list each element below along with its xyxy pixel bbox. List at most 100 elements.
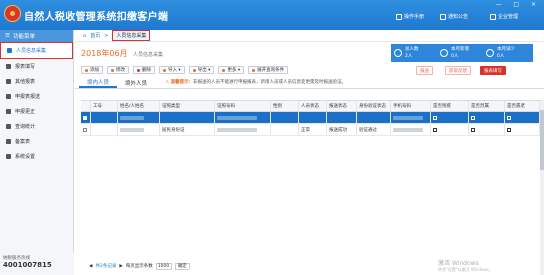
menu-icon: ☰ <box>5 33 10 39</box>
edit-button[interactable]: 修改 <box>107 66 129 74</box>
report-icon <box>6 64 11 69</box>
sidebar-item-person-info[interactable]: 人员信息采集 <box>0 42 73 59</box>
filter-icon <box>252 68 256 72</box>
delete-icon <box>137 68 140 72</box>
correct-icon <box>6 109 11 114</box>
next-page-icon[interactable]: ▶ <box>119 264 122 269</box>
per-page-label: 每页显示条数 <box>125 264 153 269</box>
header-cell[interactable]: 证照类型 <box>160 101 215 111</box>
sidebar-item-correct[interactable]: 申报更正 <box>0 104 73 119</box>
table-row[interactable]: 居民身份证 正常 报送成功 验证通过 <box>81 124 544 136</box>
edit-flag-icon[interactable] <box>471 115 475 120</box>
more-icon <box>222 68 226 72</box>
tabs-row: 境内人员 境外人员 ⚠ 温馨提示：非报送的人员不能进行申报报表，新增人员或人员信… <box>75 76 544 89</box>
notice-button[interactable]: 通知公告 <box>440 13 468 20</box>
edit-flag-icon[interactable] <box>433 115 437 120</box>
header-select[interactable] <box>81 101 91 111</box>
header-cell[interactable]: 身份验证状态 <box>357 101 391 111</box>
per-page-input[interactable]: 1000 <box>155 262 172 270</box>
edit-flag-icon[interactable] <box>471 127 475 132</box>
import-icon <box>163 68 166 72</box>
go-button[interactable]: 确定 <box>174 262 190 270</box>
breadcrumb-home[interactable]: 首页 <box>90 32 100 39</box>
activation-watermark: 激活 Windows <box>438 260 479 267</box>
fill-report-button[interactable]: 报表填写 <box>480 66 506 75</box>
sidebar-item-report-fill[interactable]: 报表填写 <box>0 59 73 74</box>
notice-icon <box>440 13 446 20</box>
sidebar-item-submit[interactable]: 申报表报送 <box>0 89 73 104</box>
sidebar-item-settings[interactable]: 系统设置 <box>0 149 73 164</box>
first-page-link[interactable]: 共2条记录 <box>95 263 116 269</box>
header-cell[interactable]: 是否残疾 <box>431 101 469 111</box>
redacted-name <box>120 127 144 132</box>
header-cell[interactable]: 是否烈属 <box>469 101 505 111</box>
sidebar-item-other-report[interactable]: 其他报表 <box>0 74 73 89</box>
book-icon <box>396 13 402 20</box>
export-button[interactable]: 导出 ▾ <box>188 66 215 74</box>
add-icon <box>85 68 88 72</box>
hotline-number: 4001007815 <box>3 261 52 269</box>
header-cell[interactable]: 姓名/人姓名 <box>118 101 160 111</box>
main-panel: ⌂ 首页 > 人员信息采集 2018年06月 人员信息采集 总人数 2人 本月新… <box>75 30 544 275</box>
warning-icon: ⚠ <box>165 80 170 85</box>
expand-filter-button[interactable]: 展开查询条件 <box>248 66 289 74</box>
sidebar: ☰ 功能菜单 人员信息采集 报表填写 其他报表 申报表报送 申报更正 查询统计 … <box>0 30 74 275</box>
window-controls[interactable]: — □ × <box>495 1 541 8</box>
header-cell[interactable]: 证照号码 <box>215 101 271 111</box>
row-checkbox[interactable] <box>83 127 87 132</box>
table-row[interactable] <box>81 112 544 124</box>
toolbar: 添加 修改 删除 导入 ▾ 导出 ▾ 更多 ▾ 展开查询条件 <box>75 64 544 76</box>
app-header: 自然人税收管理系统扣缴客户端 操作手册 通知公告 企业管理 — □ × <box>0 0 544 30</box>
pager: ◀ 共2条记录 ▶ 每页显示条数 1000 确定 <box>89 261 190 271</box>
sidebar-item-record[interactable]: 备案表 <box>0 134 73 149</box>
more-button[interactable]: 更多 ▾ <box>218 66 245 74</box>
sidebar-header: ☰ 功能菜单 <box>0 30 73 42</box>
person-table: 工号 姓名/人姓名 证照类型 证照号码 性别 人员状态 报送状态 身份验证状态 … <box>81 100 544 136</box>
redacted-id <box>217 127 257 132</box>
scrollbar-thumb[interactable] <box>540 110 544 170</box>
add-button[interactable]: 添加 <box>81 66 103 74</box>
breadcrumb: ⌂ 首页 > 人员信息采集 <box>75 30 544 42</box>
tip-text: ⚠ 温馨提示：非报送的人员不能进行申报报表，新增人员或人员信息变更需及时报送验证… <box>165 80 346 85</box>
header-cell[interactable]: 工号 <box>91 101 118 111</box>
import-button[interactable]: 导入 ▾ <box>159 66 185 74</box>
edit-flag-icon[interactable] <box>433 127 437 132</box>
tab-foreign[interactable]: 境外人员 <box>117 77 155 88</box>
vertical-scrollbar[interactable] <box>540 100 544 275</box>
redacted-id <box>217 115 257 120</box>
edit-flag-icon[interactable] <box>507 127 511 132</box>
header-cell[interactable]: 性别 <box>271 101 299 111</box>
other-report-icon <box>6 79 11 84</box>
header-cell[interactable]: 手机号码 <box>391 101 431 111</box>
person-icon <box>7 48 12 53</box>
tab-domestic[interactable]: 境内人员 <box>79 77 118 88</box>
breadcrumb-current-tab[interactable]: 人员信息采集 <box>112 30 151 41</box>
company-icon <box>490 13 496 20</box>
stat-total: 总人数 2人 <box>391 44 441 62</box>
stat-removed: 本月减少 0人 <box>483 44 533 62</box>
delete-button[interactable]: 删除 <box>133 66 155 74</box>
manual-button[interactable]: 操作手册 <box>396 13 424 20</box>
stat-added: 本月新增 0人 <box>437 44 487 62</box>
record-icon <box>6 139 11 144</box>
activation-watermark-sub: 转到"设置"以激活 Windows。 <box>438 267 493 272</box>
get-feedback-button[interactable]: 获取反馈 <box>445 66 471 75</box>
company-button[interactable]: 企业管理 <box>490 13 518 20</box>
redacted-phone <box>393 127 423 132</box>
header-cell[interactable]: 是否孤老 <box>505 101 540 111</box>
page-title-row: 2018年06月 人员信息采集 总人数 2人 本月新增 0人 本月减少 0人 <box>75 42 544 64</box>
edit-flag-icon[interactable] <box>507 115 511 120</box>
home-icon[interactable]: ⌂ <box>83 33 86 39</box>
remove-person-icon <box>486 49 494 57</box>
row-checkbox[interactable] <box>83 115 87 120</box>
submit-icon <box>6 94 11 99</box>
header-cell[interactable]: 报送状态 <box>327 101 357 111</box>
submit-button[interactable]: 报送 <box>416 66 433 75</box>
sidebar-item-query[interactable]: 查询统计 <box>0 119 73 134</box>
prev-page-icon[interactable]: ◀ <box>89 264 92 269</box>
redacted-name <box>120 115 144 120</box>
settings-icon <box>6 154 11 159</box>
tax-emblem-icon <box>4 5 21 22</box>
header-cell[interactable]: 人员状态 <box>299 101 327 111</box>
people-icon <box>394 49 402 57</box>
